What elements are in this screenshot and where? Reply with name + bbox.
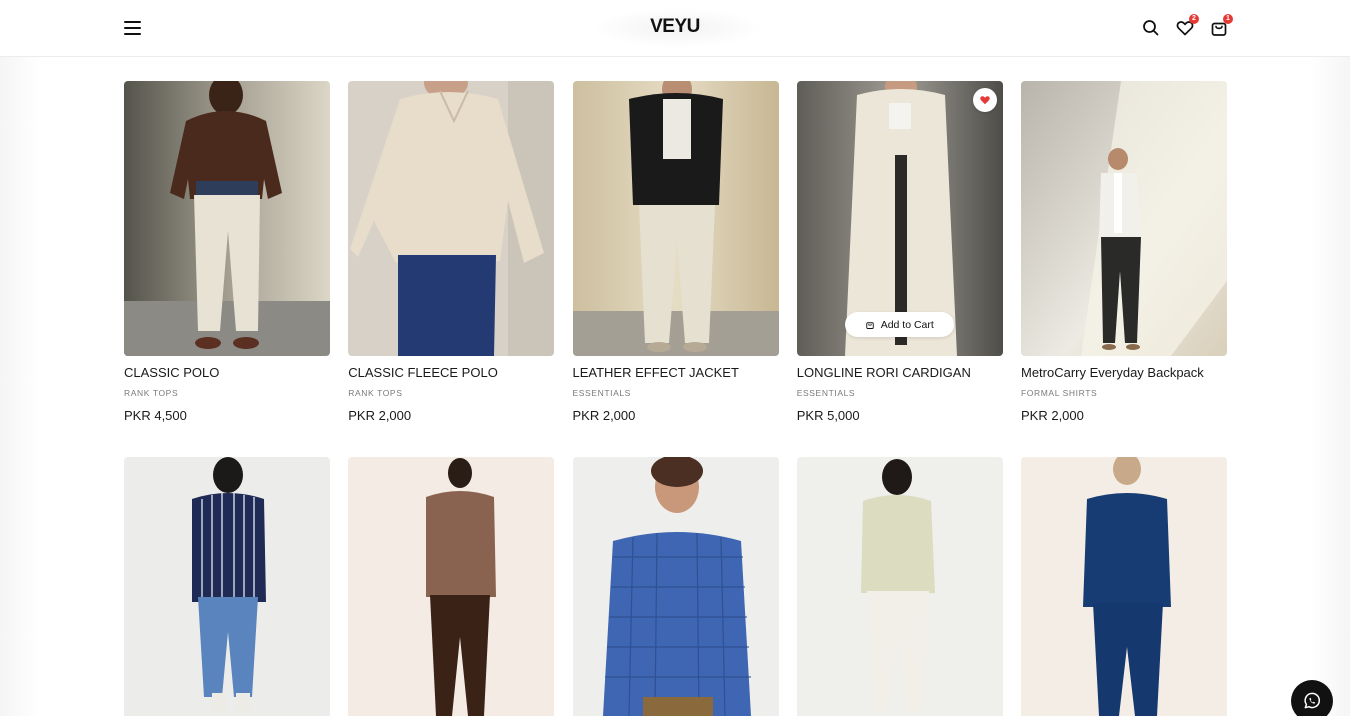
product-price: PKR 5,000 [796, 408, 860, 423]
whatsapp-chat-button[interactable] [1291, 680, 1333, 716]
product-card[interactable] [1021, 457, 1227, 716]
product-image[interactable] [124, 457, 330, 716]
cart-button[interactable]: 1 [1209, 14, 1233, 38]
product-name[interactable]: LEATHER EFFECT JACKET [573, 365, 779, 381]
add-to-cart-button[interactable]: Add to Cart [844, 312, 954, 337]
product-card[interactable] [124, 457, 330, 716]
site-logo[interactable]: VEYU [630, 16, 720, 38]
product-card[interactable] [572, 457, 779, 716]
product-image[interactable]: Add to Cart [796, 81, 1003, 356]
product-price: PKR 2,000 [1021, 408, 1084, 423]
product-category: RANK TOPS [348, 388, 403, 398]
product-grid: CLASSIC POLO RANK TOPS PKR 4,500 CLASSIC… [124, 81, 1227, 716]
search-icon[interactable] [1141, 18, 1161, 38]
heart-filled-icon [980, 96, 990, 105]
hamburger-icon[interactable] [124, 21, 144, 39]
product-image[interactable] [796, 457, 1003, 716]
product-card[interactable] [348, 457, 555, 716]
product-name[interactable]: CLASSIC POLO [124, 365, 330, 381]
product-price: PKR 2,000 [348, 408, 412, 423]
product-price: PKR 4,500 [124, 408, 187, 423]
product-card[interactable]: CLASSIC POLO RANK TOPS PKR 4,500 [124, 81, 330, 457]
shopping-bag-icon [865, 321, 874, 329]
product-image[interactable] [1021, 457, 1227, 716]
product-card[interactable]: MetroCarry Everyday Backpack FORMAL SHIR… [1021, 81, 1227, 457]
product-name[interactable]: LONGLINE RORI CARDIGAN [797, 365, 1003, 381]
product-category: FORMAL SHIRTS [1021, 388, 1098, 398]
product-image[interactable] [348, 457, 555, 716]
product-category: ESSENTIALS [572, 388, 631, 398]
wishlist-toggle[interactable] [972, 88, 997, 112]
product-image[interactable] [124, 81, 330, 356]
product-card[interactable]: Add to Cart LONGLINE RORI CARDIGAN ESSEN… [796, 81, 1003, 457]
product-image[interactable] [1021, 81, 1227, 356]
product-card[interactable]: LEATHER EFFECT JACKET ESSENTIALS PKR 2,0… [572, 81, 779, 457]
product-card[interactable] [796, 457, 1003, 716]
add-to-cart-label: Add to Cart [880, 318, 934, 331]
product-image[interactable] [572, 81, 779, 356]
page: VEYU 2 1 CLASSIC POLO RANK TOPS PKR 4,50… [0, 0, 1350, 716]
product-image[interactable] [348, 81, 555, 356]
wishlist-button[interactable]: 2 [1175, 14, 1199, 38]
product-price: PKR 2,000 [572, 408, 636, 423]
whatsapp-icon [1304, 692, 1321, 709]
site-header: VEYU 2 1 [0, 0, 1350, 57]
product-category: ESSENTIALS [796, 388, 856, 398]
product-name[interactable]: MetroCarry Everyday Backpack [1021, 365, 1227, 381]
wishlist-count-badge: 2 [1189, 14, 1199, 24]
product-name[interactable]: CLASSIC FLEECE POLO [348, 365, 554, 381]
cart-count-badge: 1 [1223, 14, 1233, 24]
product-card[interactable]: CLASSIC FLEECE POLO RANK TOPS PKR 2,000 [348, 81, 555, 457]
product-category: RANK TOPS [124, 388, 179, 398]
product-image[interactable] [572, 457, 779, 716]
